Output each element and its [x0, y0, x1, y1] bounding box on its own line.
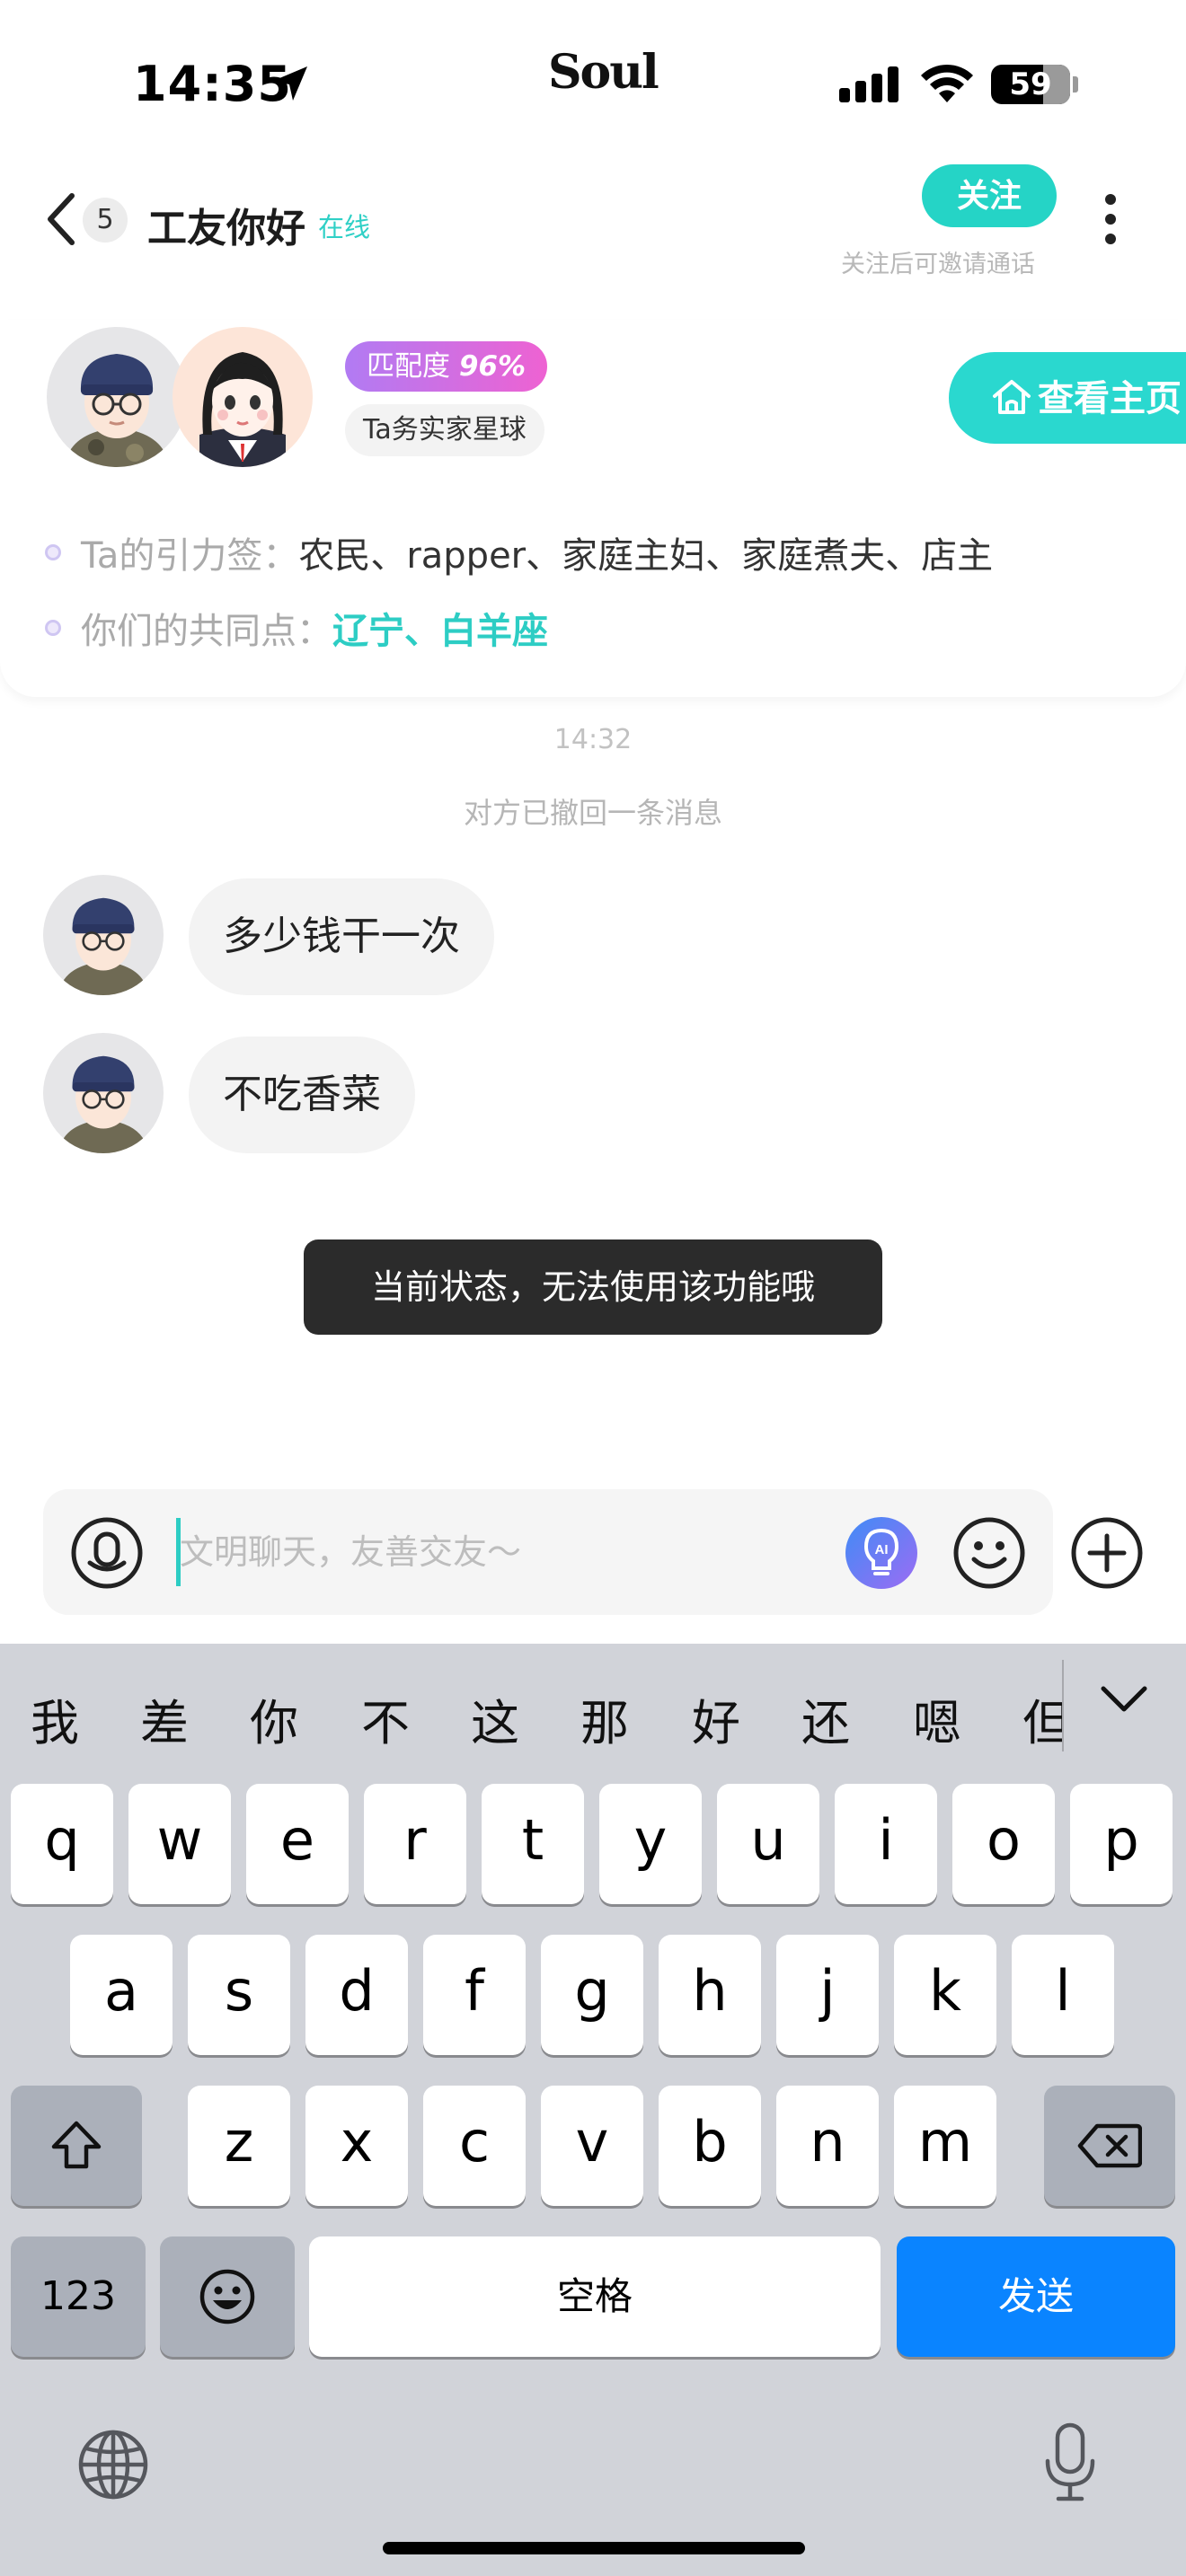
attraction-tags: Ta的引力签：农民、rapper、家庭主妇、家庭煮夫、店主 — [81, 535, 994, 577]
key-w[interactable]: w — [128, 1784, 231, 1904]
location-arrow-icon — [273, 66, 307, 101]
key-u[interactable]: u — [717, 1784, 819, 1904]
candidate-word[interactable]: 你 — [250, 1683, 298, 1754]
candidate-word[interactable]: 那 — [580, 1683, 629, 1754]
key-e[interactable]: e — [246, 1784, 349, 1904]
key-y[interactable]: y — [599, 1784, 702, 1904]
svg-text:AI: AI — [875, 1542, 889, 1557]
message-bubble[interactable]: 不吃香菜 — [189, 1037, 415, 1153]
view-profile-label: 查看主页 — [1038, 379, 1182, 419]
wifi-icon — [921, 64, 973, 102]
message-bubble[interactable]: 多少钱干一次 — [189, 878, 494, 995]
candidate-word[interactable]: 差 — [140, 1683, 189, 1754]
battery-tip — [1073, 76, 1078, 93]
partner-avatar[interactable] — [47, 327, 187, 467]
dictation-microphone-icon[interactable] — [1042, 2422, 1098, 2504]
backspace-icon — [1077, 2123, 1143, 2168]
candidate-word[interactable]: 不 — [361, 1683, 410, 1754]
space-key[interactable]: 空格 — [309, 2236, 881, 2357]
key-b[interactable]: b — [659, 2086, 761, 2206]
online-status: 在线 — [318, 212, 371, 243]
recall-notice: 对方已撤回一条消息 — [463, 796, 722, 830]
planet-tag: Ta务实家星球 — [345, 404, 544, 456]
shift-key[interactable] — [11, 2086, 142, 2206]
candidate-word[interactable]: 这 — [471, 1683, 519, 1754]
emoji-key[interactable] — [160, 2236, 295, 2357]
key-l[interactable]: l — [1012, 1935, 1114, 2055]
bullet-dot — [45, 620, 61, 636]
emoji-keyboard-icon — [199, 2269, 255, 2325]
bullet-dot — [45, 544, 61, 560]
candidate-word[interactable]: 但 — [1022, 1683, 1062, 1754]
candidate-divider — [1062, 1660, 1064, 1751]
send-key[interactable]: 发送 — [897, 2236, 1175, 2357]
message-avatar[interactable] — [43, 875, 164, 995]
key-x[interactable]: x — [305, 2086, 408, 2206]
status-time: 14:35 — [133, 56, 292, 112]
key-z[interactable]: z — [188, 2086, 290, 2206]
key-h[interactable]: h — [659, 1935, 761, 2055]
key-r[interactable]: r — [364, 1784, 466, 1904]
toast-message: 当前状态，无法使用该功能哦 — [304, 1239, 882, 1335]
my-avatar[interactable] — [173, 327, 313, 467]
candidate-word[interactable]: 好 — [692, 1683, 740, 1754]
back-chevron-icon[interactable] — [45, 192, 77, 246]
globe-icon[interactable] — [77, 2429, 149, 2501]
follow-hint: 关注后可邀请通话 — [841, 251, 1035, 278]
key-i[interactable]: i — [835, 1784, 937, 1904]
follow-button[interactable]: 关注 — [922, 164, 1057, 227]
numbers-key[interactable]: 123 — [11, 2236, 146, 2357]
add-attachment-icon[interactable] — [1070, 1516, 1144, 1590]
key-t[interactable]: t — [482, 1784, 584, 1904]
voice-input-icon[interactable] — [70, 1516, 144, 1590]
key-o[interactable]: o — [952, 1784, 1055, 1904]
app-brand: Soul — [548, 45, 659, 100]
home-indicator — [383, 2542, 805, 2554]
key-j[interactable]: j — [776, 1935, 879, 2055]
key-q[interactable]: q — [11, 1784, 113, 1904]
key-m[interactable]: m — [894, 2086, 996, 2206]
shift-icon — [51, 2121, 102, 2169]
key-a[interactable]: a — [70, 1935, 173, 2055]
key-c[interactable]: c — [423, 2086, 526, 2206]
more-options-icon[interactable] — [1105, 194, 1118, 253]
key-f[interactable]: f — [423, 1935, 526, 2055]
key-d[interactable]: d — [305, 1935, 408, 2055]
key-v[interactable]: v — [541, 2086, 643, 2206]
view-profile-button[interactable]: 查看主页 — [949, 352, 1186, 444]
home-icon — [993, 380, 1031, 414]
message-avatar[interactable] — [43, 1033, 164, 1153]
key-g[interactable]: g — [541, 1935, 643, 2055]
key-p[interactable]: p — [1070, 1784, 1173, 1904]
key-s[interactable]: s — [188, 1935, 290, 2055]
chat-partner-name[interactable]: 工友你好 — [147, 196, 305, 253]
common-points: 你们的共同点：辽宁、白羊座 — [81, 611, 548, 652]
backspace-key[interactable] — [1044, 2086, 1175, 2206]
ai-assistant-icon[interactable]: AI — [845, 1516, 918, 1590]
expand-candidates-chevron-icon[interactable] — [1100, 1685, 1148, 1714]
message-timestamp: 14:32 — [553, 724, 633, 755]
cellular-signal-icon — [839, 66, 898, 102]
battery-indicator: 59 — [991, 65, 1070, 104]
unread-count-badge: 5 — [83, 198, 128, 243]
match-score-badge: 匹配度 96% — [345, 341, 548, 392]
candidate-word[interactable]: 还 — [801, 1683, 850, 1754]
message-input[interactable] — [180, 1516, 809, 1588]
emoji-icon[interactable] — [952, 1516, 1026, 1590]
key-k[interactable]: k — [894, 1935, 996, 2055]
key-n[interactable]: n — [776, 2086, 879, 2206]
candidate-word[interactable]: 嗯 — [913, 1683, 961, 1754]
candidate-word[interactable]: 我 — [31, 1683, 79, 1754]
